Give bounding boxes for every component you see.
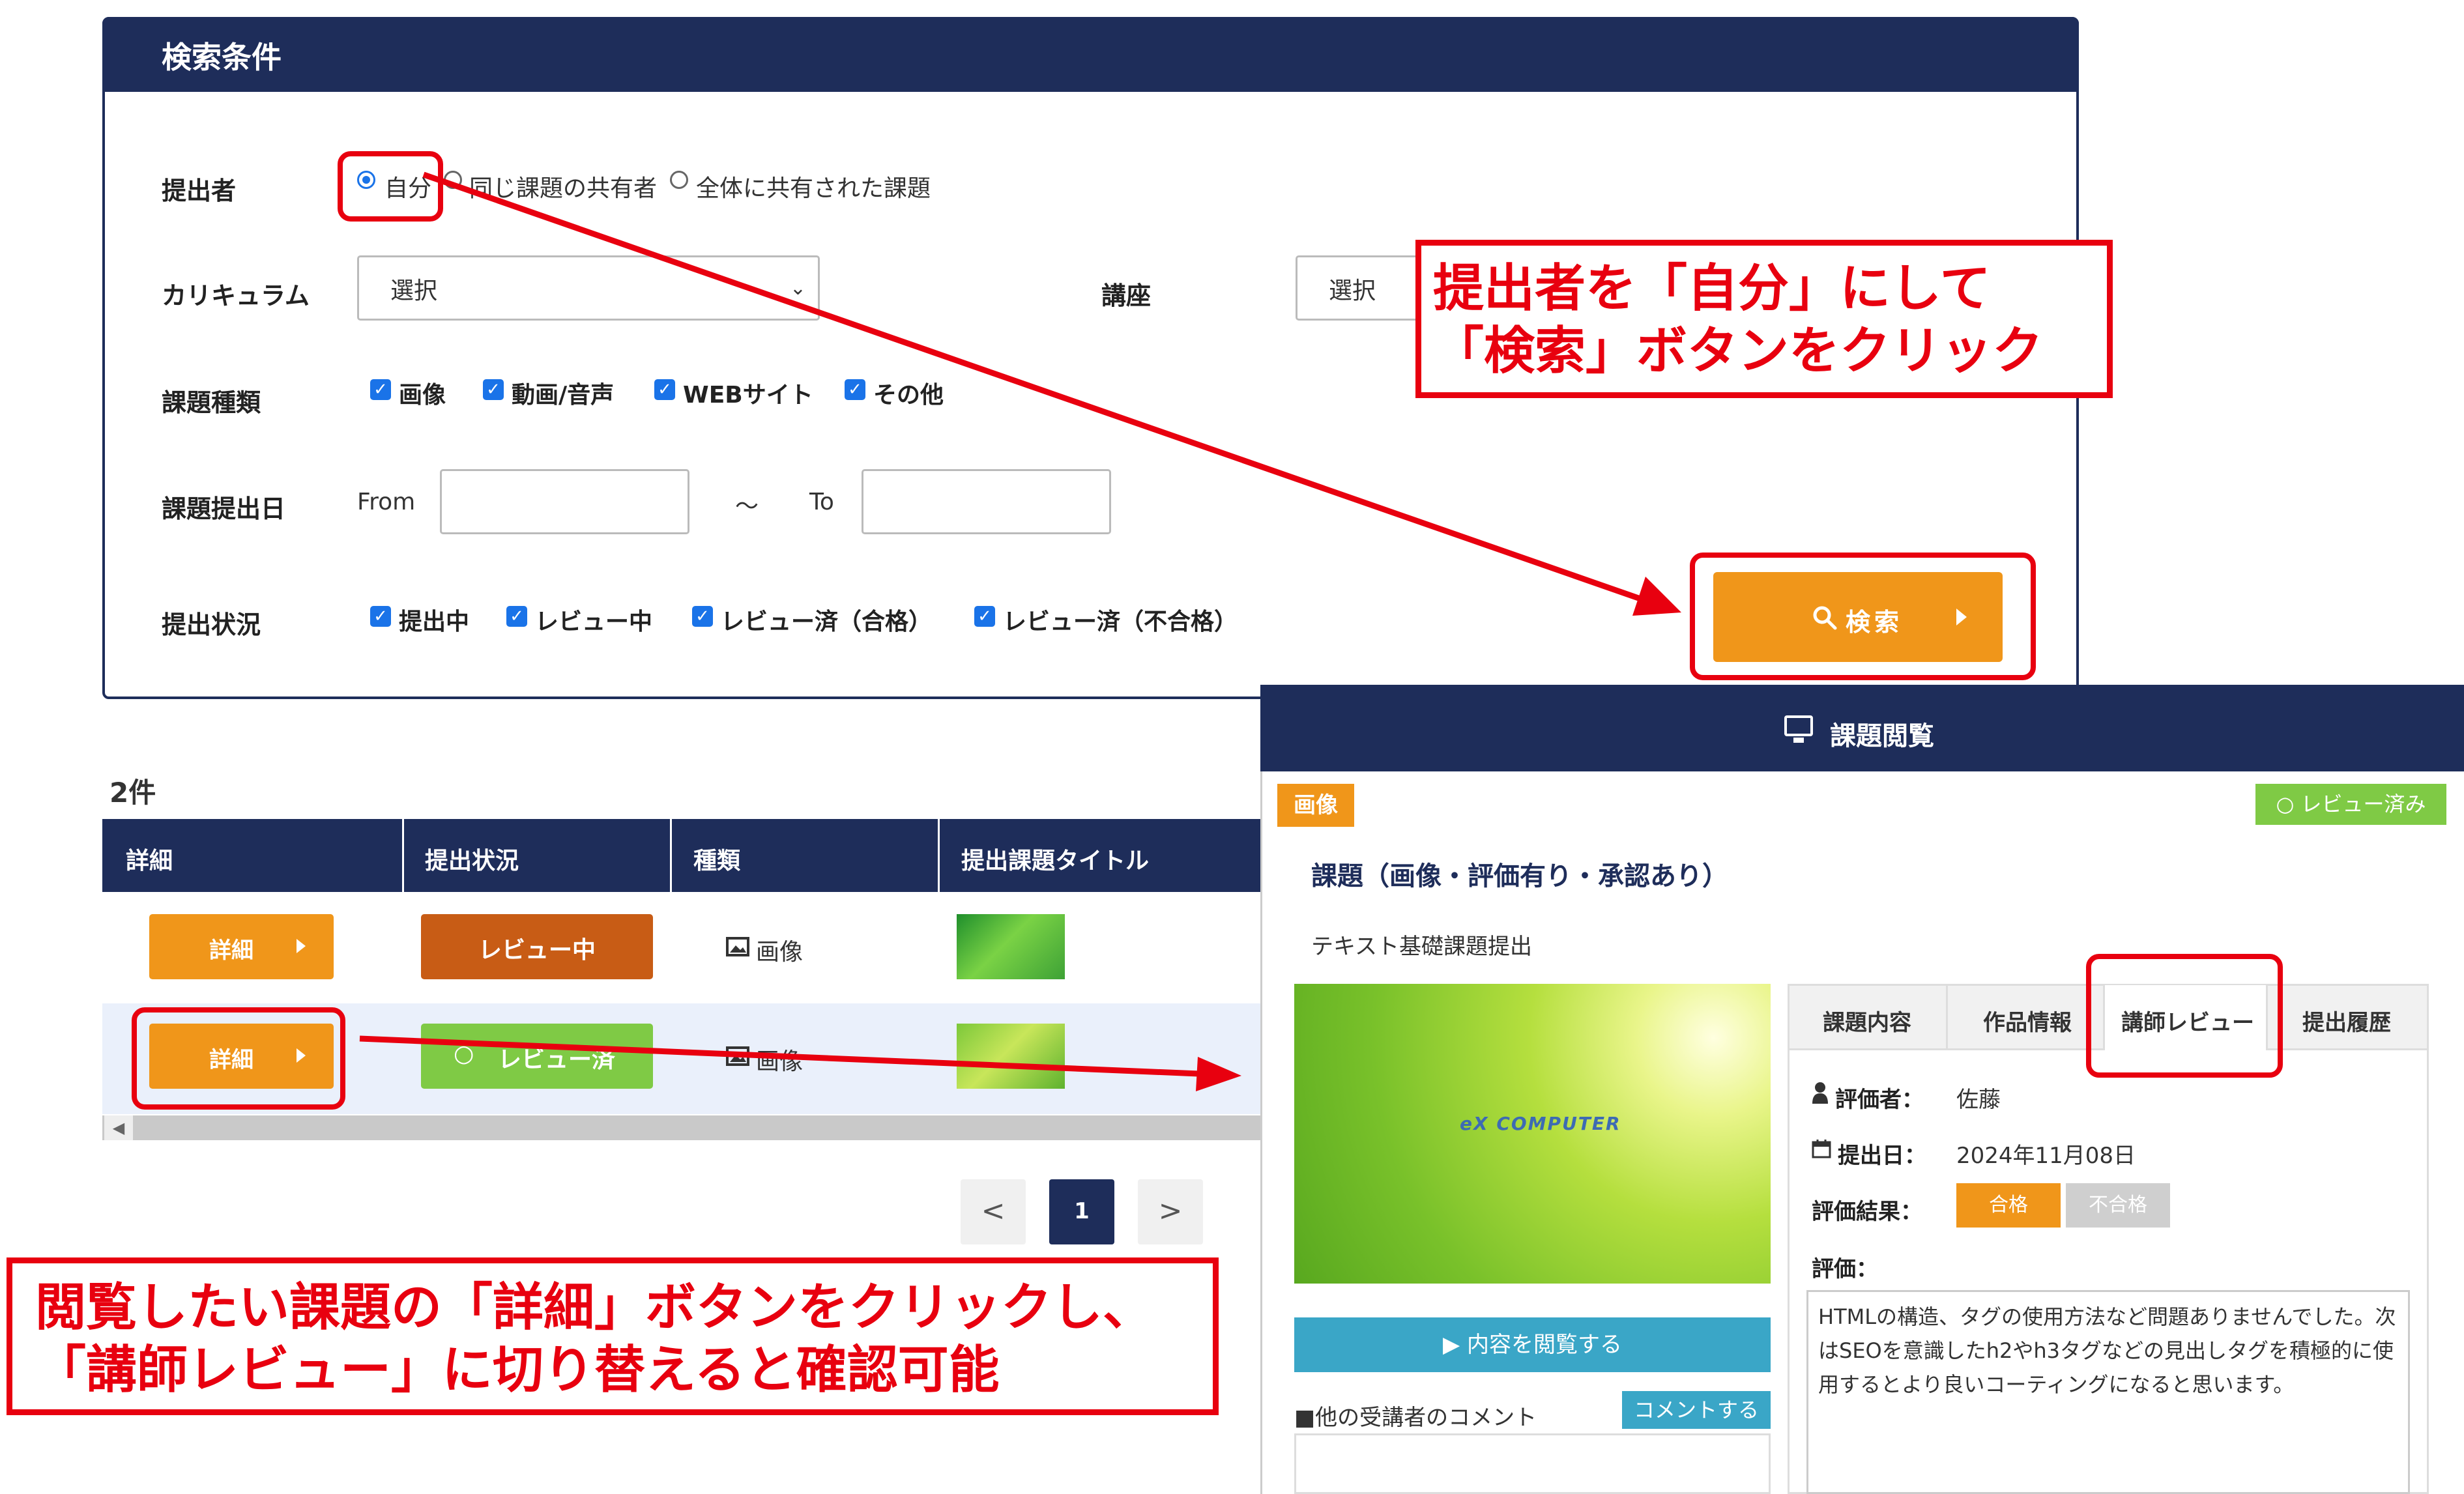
arrow-head-icon (1632, 577, 1681, 616)
callout-line: 提出者を「自分」にして (1433, 259, 1991, 318)
callout-detail-instruction: 閲覧したい課題の「詳細」ボタンをクリックし、 「講師レビュー」に切り替えると確認… (7, 1257, 1219, 1415)
highlight-detail-button (132, 1007, 345, 1110)
highlight-search-button (1690, 553, 2036, 680)
highlight-submitter-self (338, 151, 443, 222)
arrow-head-icon (1196, 1057, 1241, 1091)
callout-line: 「検索」ボタンをクリック (1433, 322, 2044, 381)
callout-line: 閲覧したい課題の「詳細」ボタンをクリックし、 (35, 1278, 1154, 1337)
callout-search-instruction: 提出者を「自分」にして 「検索」ボタンをクリック (1415, 240, 2113, 398)
highlight-review-tab (2086, 954, 2283, 1078)
callout-line: 「講師レビュー」に切り替えると確認可能 (35, 1341, 1000, 1400)
